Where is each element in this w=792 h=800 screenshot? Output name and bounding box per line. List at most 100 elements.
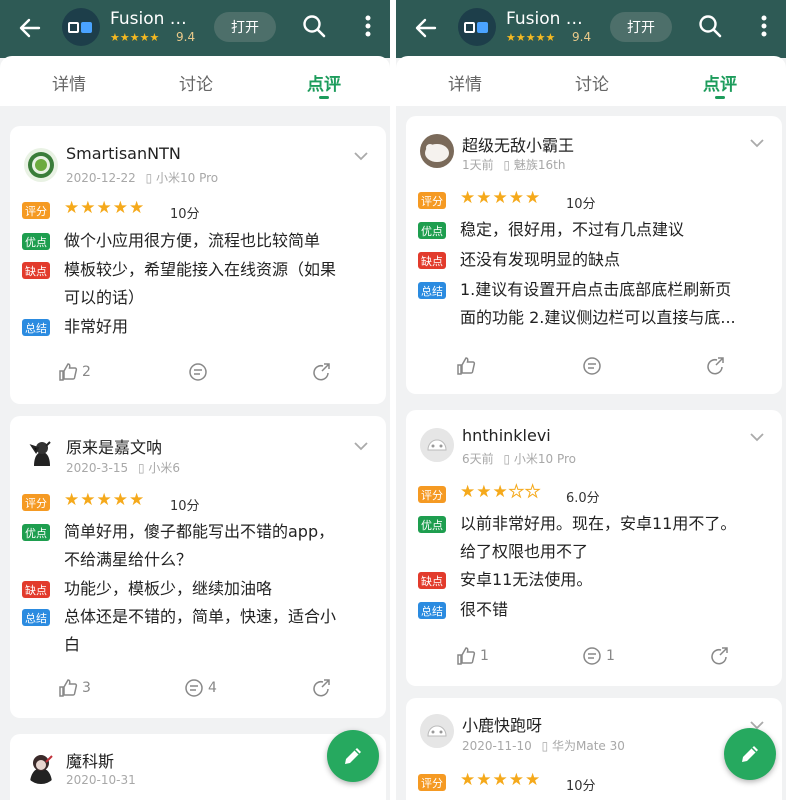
search-icon[interactable] (301, 13, 329, 41)
summary-text: 1.建议有设置开启点击底部底栏刷新页 (460, 280, 732, 299)
chevron-down-icon[interactable] (750, 432, 764, 442)
chevron-down-icon[interactable] (750, 138, 764, 148)
pro-text: 以前非常好用。现在，安卓11用不了。 (460, 514, 737, 533)
back-arrow-icon[interactable] (16, 14, 44, 42)
pencil-icon (742, 746, 758, 762)
comment-button[interactable]: 4 (184, 678, 217, 698)
reviewer-name[interactable]: 魔科斯 (66, 748, 114, 772)
score-tag: 评分 (22, 494, 50, 511)
search-icon[interactable] (697, 13, 725, 41)
share-icon (711, 647, 728, 665)
thumbs-up-icon (457, 647, 476, 665)
summary-tag: 总结 (418, 602, 446, 619)
review-card[interactable]: hnthinklevi 6天前 ▯ 小米10 Pro 评分 ★★★★★ 6.0分… (406, 410, 782, 686)
open-button[interactable]: 打开 (214, 12, 276, 42)
comment-button[interactable] (582, 356, 606, 376)
like-button[interactable]: 1 (456, 646, 489, 666)
review-date: 2020-11-10 (462, 739, 532, 753)
pro-text: 稳定，很好用，不过有几点建议 (460, 220, 685, 239)
star-rating: ★★★★★ (460, 770, 542, 790)
more-vert-icon[interactable] (752, 13, 776, 41)
score-tag: 评分 (22, 202, 50, 219)
avatar[interactable] (24, 750, 58, 784)
tab-reviews[interactable]: 点评 (289, 70, 359, 95)
app-rating-value: 9.4 (572, 30, 592, 44)
review-date: 6天前 (462, 452, 494, 466)
like-button[interactable]: 3 (58, 678, 91, 698)
score-value: 10分 (170, 499, 200, 514)
review-device: 小米10 Pro (513, 452, 577, 466)
like-button[interactable]: 2 (58, 362, 91, 382)
tab-bar: 详情 讨论 点评 (396, 56, 786, 106)
pro-tag: 优点 (22, 233, 50, 250)
comment-icon (583, 357, 601, 375)
summary-text: 面的功能 2.建议侧边栏可以直接与底... (460, 308, 736, 327)
tab-discussion[interactable]: 讨论 (557, 70, 627, 95)
review-card[interactable]: SmartisanNTN 2020-12-22 ▯ 小米10 Pro 评分 ★★… (10, 126, 386, 404)
comment-icon (583, 647, 601, 665)
share-icon (313, 363, 330, 381)
tab-indicator (715, 96, 725, 99)
tab-details[interactable]: 详情 (34, 70, 104, 95)
reviewer-name[interactable]: 原来是嘉文呐 (66, 434, 162, 458)
review-meta: 6天前 ▯ 小米10 Pro (462, 450, 576, 467)
thumbs-up-icon (59, 363, 78, 381)
share-button[interactable] (706, 356, 730, 376)
avatar[interactable] (24, 148, 58, 182)
app-name: Fusion A… (506, 9, 588, 29)
review-device: 华为Mate 30 (552, 739, 625, 753)
chevron-down-icon[interactable] (354, 441, 368, 451)
comment-button[interactable]: 1 (582, 646, 615, 666)
review-card[interactable]: 超级无敌小霸王 1天前 ▯ 魅族16th 评分 ★★★★★ 10分 优点 稳定，… (406, 116, 782, 394)
con-tag: 缺点 (418, 252, 446, 269)
write-review-button[interactable] (724, 728, 776, 780)
review-device: 魅族16th (513, 158, 566, 172)
reviewer-name[interactable]: SmartisanNTN (66, 144, 181, 163)
tab-reviews[interactable]: 点评 (685, 70, 755, 95)
summary-tag: 总结 (22, 609, 50, 626)
tab-indicator (319, 96, 329, 99)
con-tag: 缺点 (418, 572, 446, 589)
share-button[interactable] (312, 362, 336, 382)
review-meta: 2020-3-15 ▯ 小米6 (66, 459, 180, 476)
like-button[interactable] (456, 356, 480, 376)
write-review-button[interactable] (327, 730, 379, 782)
star-rating: ★★★★★ (460, 188, 542, 208)
review-meta: 2020-12-22 ▯ 小米10 Pro (66, 169, 218, 186)
summary-tag: 总结 (22, 319, 50, 336)
chevron-down-icon[interactable] (354, 151, 368, 161)
share-button[interactable] (312, 678, 336, 698)
reviewer-name[interactable]: 超级无敌小霸王 (462, 132, 574, 156)
app-rating-value: 9.4 (176, 30, 196, 44)
pro-text: 给了权限也用不了 (460, 542, 589, 561)
pro-text: 简单好用，傻子都能写出不错的app， (64, 522, 335, 541)
app-header: Fusion A… ★★★★★ 9.4 打开 (0, 0, 390, 58)
con-tag: 缺点 (22, 581, 50, 598)
more-vert-icon[interactable] (356, 13, 380, 41)
summary-text: 总体还是不错的，简单，快速，适合小 (64, 607, 337, 626)
reviewer-name[interactable]: 小鹿快跑呀 (462, 712, 542, 736)
review-card[interactable]: 原来是嘉文呐 2020-3-15 ▯ 小米6 评分 ★★★★★ 10分 优点 简… (10, 416, 386, 718)
phone-icon: ▯ (137, 461, 145, 475)
summary-text: 白 (64, 635, 81, 654)
tab-details[interactable]: 详情 (430, 70, 500, 95)
phone-icon: ▯ (503, 452, 511, 466)
phone-icon: ▯ (503, 158, 511, 172)
con-text: 还没有发现明显的缺点 (460, 250, 621, 269)
review-date: 2020-3-15 (66, 461, 129, 475)
avatar[interactable] (420, 134, 454, 168)
open-button[interactable]: 打开 (610, 12, 672, 42)
star-rating: ★★★★★ (460, 482, 542, 503)
comment-button[interactable] (188, 362, 212, 382)
share-button[interactable] (710, 646, 734, 666)
avatar[interactable] (24, 436, 58, 470)
back-arrow-icon[interactable] (412, 14, 440, 42)
reviewer-name[interactable]: hnthinklevi (462, 426, 551, 445)
pro-text: 做个小应用很方便，流程也比较简单 (64, 231, 321, 250)
comment-icon (189, 363, 207, 381)
avatar[interactable] (420, 714, 454, 748)
avatar[interactable] (420, 428, 454, 462)
thumbs-up-icon (59, 679, 78, 697)
comment-count: 1 (606, 648, 615, 664)
tab-discussion[interactable]: 讨论 (161, 70, 231, 95)
